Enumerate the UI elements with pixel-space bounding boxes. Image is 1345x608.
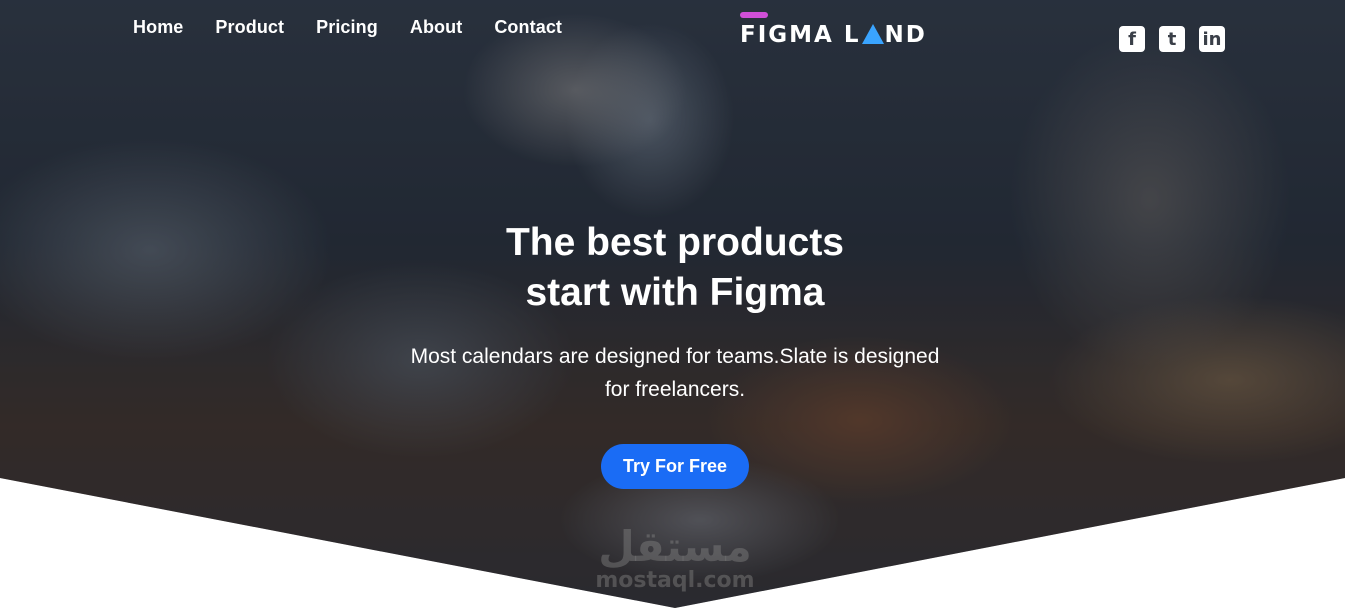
triangle-icon [861, 24, 884, 44]
hero-subtitle: Most calendars are designed for teams.Sl… [0, 340, 1345, 406]
nav-product[interactable]: Product [215, 17, 284, 38]
watermark: مستقل mostaql.com [560, 525, 790, 593]
watermark-latin: mostaql.com [595, 568, 755, 593]
logo-text-part2: ND [884, 22, 927, 48]
nav-pricing[interactable]: Pricing [316, 17, 378, 38]
main-nav: Home Product Pricing About Contact [133, 17, 562, 38]
watermark-arabic: مستقل [598, 522, 752, 571]
try-for-free-button[interactable]: Try For Free [601, 444, 749, 489]
logo-text: FIGMA L ND [740, 22, 927, 48]
logo-accent-bar [740, 12, 768, 18]
hero-headline: The best products start with Figma [0, 218, 1345, 318]
subtitle-line-2: for freelancers. [604, 378, 746, 401]
nav-contact[interactable]: Contact [494, 17, 562, 38]
subtitle-line-1: Most calendars are designed for teams.Sl… [410, 345, 940, 368]
nav-about[interactable]: About [410, 17, 462, 38]
nav-home[interactable]: Home [133, 17, 183, 38]
twitter-icon[interactable]: t [1159, 26, 1185, 52]
facebook-icon[interactable]: f [1119, 26, 1145, 52]
linkedin-icon[interactable]: in [1199, 26, 1225, 52]
logo[interactable]: FIGMA L ND [740, 12, 925, 52]
headline-line-1: The best products [505, 221, 845, 264]
social-links: f t in [1119, 26, 1225, 52]
logo-text-part1: FIGMA L [740, 22, 861, 48]
headline-line-2: start with Figma [525, 271, 825, 314]
